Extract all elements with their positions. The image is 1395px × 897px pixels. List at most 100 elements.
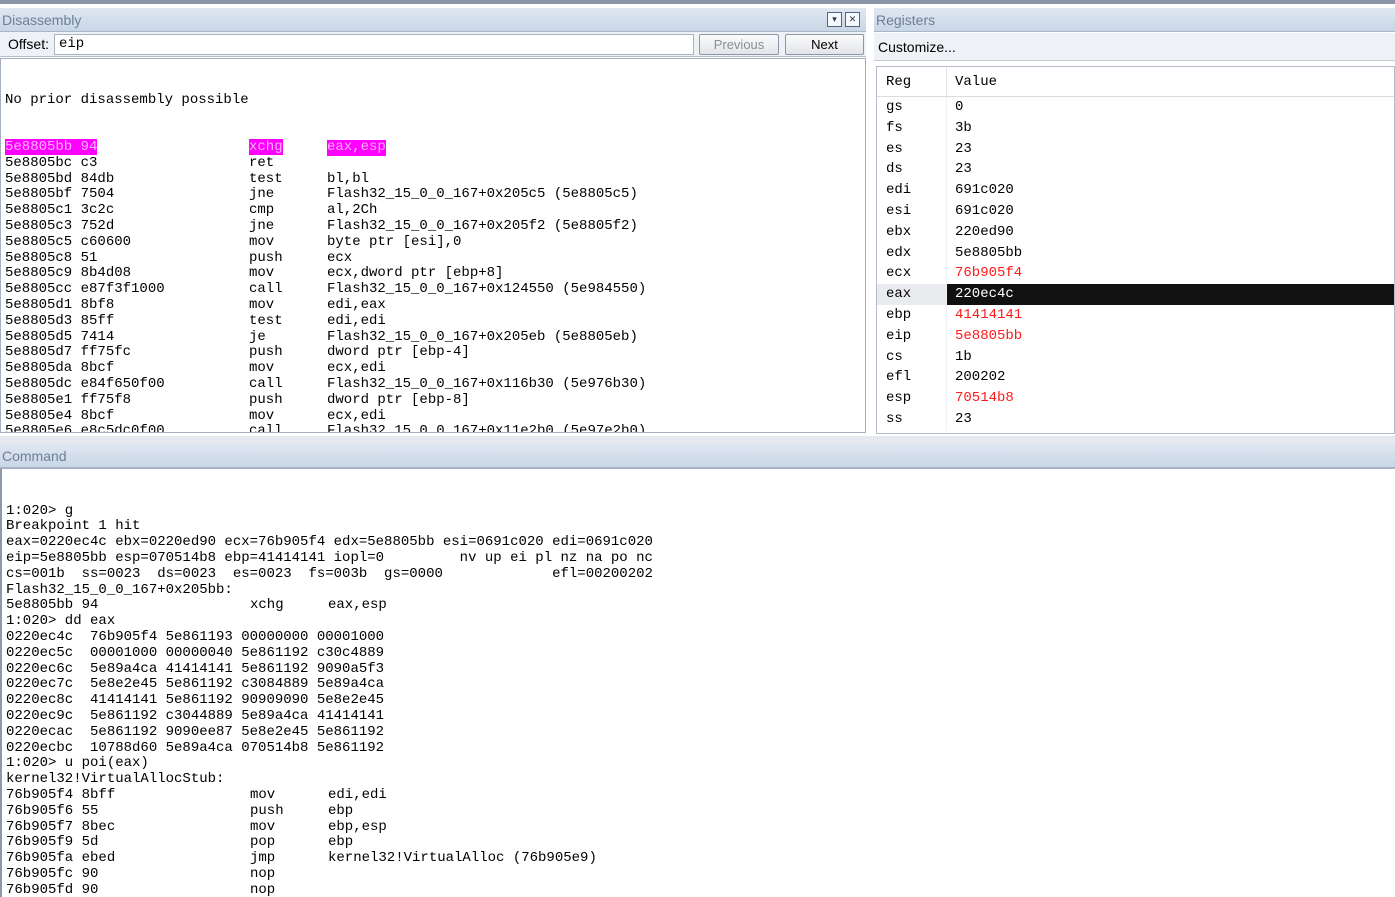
disassembly-title: Disassembly [2, 12, 82, 28]
disassembly-view[interactable]: No prior disassembly possible 5e8805bb 9… [0, 58, 866, 433]
instruction-mnemonic: nop [250, 881, 276, 897]
register-row[interactable]: eax 220ec4c [877, 284, 1394, 305]
command-output[interactable]: 1:020> g Breakpoint 1 hit eax=0220ec4c ebx… [0, 468, 1395, 897]
command-output-line: 0220ec5c 00001000 00000040 5e861192 c30c… [6, 644, 385, 661]
disassembly-line[interactable]: 5e8805cc e87f3f1000 call Flash32_15_0_0_16… [5, 281, 865, 298]
register-row[interactable]: gs 0 [877, 97, 1394, 118]
disassembly-line[interactable]: 5e8805c9 8b4d08 mov ecx,dword ptr [ebp+8] [5, 266, 865, 282]
disassembly-line[interactable]: 5e8805c3 752d jne Flash32_15_0_0_167+0x205… [5, 217, 865, 235]
instruction-address: 5e8805c8 51 [5, 249, 98, 266]
register-name: esp [877, 388, 947, 409]
instruction-address: 5e8805e6 e8c5dc0f00 [5, 423, 165, 433]
register-row[interactable]: ecx 76b905f4 [877, 263, 1394, 285]
disassembly-line[interactable]: 5e8805bb 94 xchg eax,esp [5, 138, 865, 156]
disassembly-line[interactable]: 5e8805d5 7414 je Flash32_15_0_0_167+0x205e… [5, 329, 865, 346]
offset-toolbar: Offset: eip Previous Next [0, 32, 866, 57]
customize-button[interactable]: Customize... [874, 33, 1395, 61]
disassembly-line[interactable]: 5e8805c1 3c2c cmp al,2Ch [5, 202, 865, 219]
register-value[interactable]: 76b905f4 [947, 263, 1394, 284]
disassembly-line[interactable]: 5e8805dc e84f650f00 call Flash32_15_0_0_16… [5, 375, 865, 393]
disassembly-line[interactable]: 5e8805d3 85ff test edi,edi [5, 313, 865, 330]
register-row[interactable]: fs 3b [877, 117, 1394, 139]
reg-column-header[interactable]: Reg [877, 67, 947, 96]
previous-button[interactable]: Previous [699, 34, 779, 55]
disassembly-line[interactable]: 5e8805d7 ff75fc push dword ptr [ebp-4] [5, 345, 865, 361]
instruction-operands: dword ptr [ebp-8] [327, 391, 470, 408]
register-value[interactable]: 200202 [947, 367, 1394, 388]
register-row[interactable]: esi 691c020 [877, 200, 1394, 222]
top-border [0, 0, 1395, 4]
register-row[interactable]: edi 691c020 [877, 180, 1394, 201]
register-value[interactable]: 70514b8 [947, 388, 1394, 409]
register-row[interactable]: ds 23 [877, 159, 1394, 181]
instruction-address: 5e8805e4 8bcf [5, 407, 115, 424]
offset-input[interactable]: eip [54, 34, 694, 55]
disassembly-title-bar[interactable]: Disassembly ▾ ✕ [0, 8, 866, 32]
register-value[interactable]: 0 [947, 97, 1394, 118]
command-output-line: Flash32_15_0_0_167+0x205bb: [6, 581, 233, 598]
register-row[interactable]: eip 5e8805bb [877, 325, 1394, 347]
command-output-line: 0220ec8c 41414141 5e861192 90909090 5e8e… [6, 692, 385, 709]
close-icon[interactable]: ✕ [845, 12, 860, 27]
next-button[interactable]: Next [785, 34, 864, 55]
disassembly-line[interactable]: 5e8805c5 c60600 mov byte ptr [esi],0 [5, 233, 865, 251]
register-value[interactable]: 23 [947, 159, 1394, 180]
instruction-address: 76b905f7 8bec [6, 818, 116, 835]
command-title-bar[interactable]: Command [0, 444, 1395, 468]
register-value[interactable]: 5e8805bb [947, 243, 1394, 264]
instruction-mnemonic: cmp [249, 202, 275, 219]
command-output-line: kernel32!VirtualAllocStub: [6, 771, 225, 788]
disassembly-line[interactable]: 5e8805bd 84db test bl,bl [5, 171, 865, 188]
register-value[interactable]: 691c020 [947, 180, 1394, 201]
value-column-header[interactable]: Value [947, 67, 1394, 96]
dock-icon[interactable]: ▾ [827, 12, 842, 27]
instruction-address: 5e8805c9 8b4d08 [5, 265, 132, 282]
instruction-address: 5e8805d7 ff75fc [5, 344, 132, 361]
register-row[interactable]: efl 200202 [877, 367, 1394, 389]
register-row[interactable]: ebx 220ed90 [877, 221, 1394, 243]
disassembly-line[interactable]: 5e8805bc c3 ret [5, 154, 865, 172]
instruction-mnemonic: ret [249, 154, 275, 171]
instruction-address: 76b905f9 5d [6, 834, 99, 851]
disassembly-line[interactable]: 5e8805e6 e8c5dc0f00 call Flash32_15_0_0_16… [5, 423, 865, 433]
registers-title-bar[interactable]: Registers [874, 8, 1395, 32]
register-value[interactable]: 23 [947, 409, 1394, 430]
command-output-line: Breakpoint 1 hit [6, 518, 141, 535]
instruction-mnemonic: call [249, 281, 283, 298]
register-row[interactable]: cs 1b [877, 346, 1394, 368]
register-row[interactable]: edx 5e8805bb [877, 242, 1394, 264]
instruction-address: 5e8805c3 752d [5, 217, 115, 234]
register-value[interactable]: 3b [947, 118, 1394, 139]
instruction-operands: edi,eax [327, 296, 386, 313]
register-value[interactable]: 220ec4c [947, 284, 1394, 305]
register-value[interactable]: 5e8805bb [947, 326, 1394, 347]
register-row[interactable]: ebp 41414141 [877, 304, 1394, 326]
instruction-operands: Flash32_15_0_0_167+0x11e2b0 (5e97e2b0) [327, 423, 647, 433]
disassembly-line[interactable]: 5e8805bf 7504 jne Flash32_15_0_0_167+0x205… [5, 187, 865, 203]
register-row[interactable]: es 23 [877, 138, 1394, 160]
register-value[interactable]: 41414141 [947, 305, 1394, 326]
instruction-mnemonic: call [249, 375, 283, 392]
splitter[interactable] [0, 436, 1395, 444]
registers-table: Reg Value gs 0 fs 3b es 23 ds 23 edi 691c020 esi 69… [876, 66, 1395, 434]
register-value[interactable]: 23 [947, 139, 1394, 160]
instruction-mnemonic: xchg [249, 138, 283, 155]
disassembly-line[interactable]: 5e8805da 8bcf mov ecx,edi [5, 360, 865, 377]
command-disassembly-line: 76b905fc 90 nop [6, 866, 1395, 883]
register-value[interactable]: 220ed90 [947, 222, 1394, 243]
register-row[interactable]: ss 23 [877, 408, 1394, 430]
command-output-line: 1:020> u poi(eax) [6, 755, 149, 772]
register-row[interactable]: esp 70514b8 [877, 388, 1394, 409]
disassembly-line[interactable]: 5e8805d1 8bf8 mov edi,eax [5, 296, 865, 314]
command-lines: 1:020> g Breakpoint 1 hit eax=0220ec4c ebx… [6, 503, 1395, 897]
register-value[interactable]: 691c020 [947, 201, 1394, 222]
disassembly-line[interactable]: 5e8805e1 ff75f8 push dword ptr [ebp-8] [5, 391, 865, 409]
disassembly-line[interactable]: 5e8805c8 51 push ecx [5, 249, 865, 267]
instruction-address: 5e8805d1 8bf8 [5, 296, 115, 313]
instruction-address: 5e8805bf 7504 [5, 186, 115, 203]
command-disassembly-line: 76b905f9 5d pop ebp [6, 835, 1395, 851]
instruction-address: 5e8805c5 c60600 [5, 233, 132, 250]
instruction-address: 5e8805bb 94 [5, 138, 98, 155]
disassembly-line[interactable]: 5e8805e4 8bcf mov ecx,edi [5, 407, 865, 425]
register-value[interactable]: 1b [947, 347, 1394, 368]
